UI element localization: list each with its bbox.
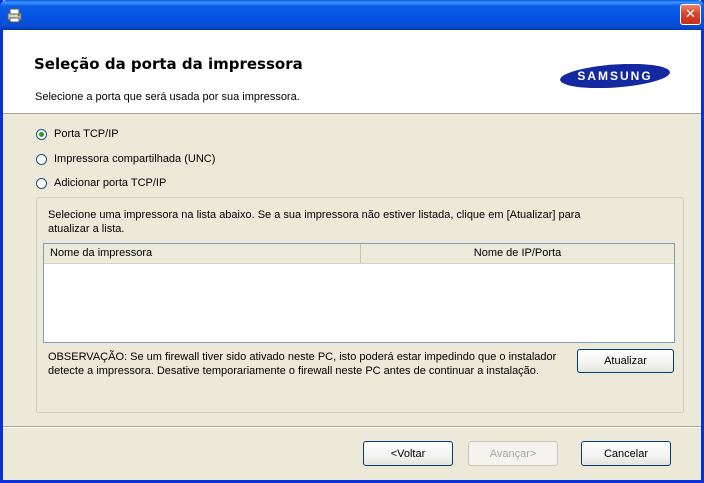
radio-tcp-ip[interactable]: Porta TCP/IP xyxy=(36,125,119,143)
installer-app-icon xyxy=(7,8,22,23)
radio-button[interactable] xyxy=(36,153,47,165)
cancel-button[interactable]: Cancelar xyxy=(581,441,671,466)
footer-divider xyxy=(3,426,701,428)
radio-label-tcp-ip: Porta TCP/IP xyxy=(54,128,119,140)
close-icon: ✕ xyxy=(685,7,696,22)
printer-list-description: Selecione uma impressora na lista abaixo… xyxy=(48,209,581,235)
radio-label-shared-unc: Impressora compartilhada (UNC) xyxy=(54,153,216,165)
refresh-button[interactable]: Atualizar xyxy=(577,349,674,373)
page-title: Seleção da porta da impressora xyxy=(34,55,303,73)
close-button[interactable]: ✕ xyxy=(680,4,701,25)
radio-add-tcp-ip[interactable]: Adicionar porta TCP/IP xyxy=(36,174,166,192)
back-button[interactable]: <Voltar xyxy=(363,441,453,466)
firewall-note: OBSERVAÇÃO: Se um firewall tiver sido at… xyxy=(48,351,557,377)
next-button: Avançar> xyxy=(468,441,558,466)
column-header-ip-port[interactable]: Nome de IP/Porta xyxy=(361,244,674,263)
radio-button[interactable] xyxy=(36,177,47,189)
installer-window: ✕ Seleção da porta da impressora Selecio… xyxy=(0,0,704,483)
printer-list-header: Nome da impressora Nome de IP/Porta xyxy=(44,244,674,264)
radio-label-add-tcp-ip: Adicionar porta TCP/IP xyxy=(54,177,167,189)
printer-list[interactable]: Nome da impressora Nome de IP/Porta xyxy=(43,243,675,343)
page-subtitle: Selecione a porta que será usada por sua… xyxy=(35,91,300,103)
radio-button-selected[interactable] xyxy=(36,128,47,140)
radio-shared-unc[interactable]: Impressora compartilhada (UNC) xyxy=(36,150,215,168)
column-header-printer-name[interactable]: Nome da impressora xyxy=(44,244,361,263)
title-bar[interactable]: ✕ xyxy=(0,0,704,30)
samsung-logo: SAMSUNG xyxy=(559,64,671,88)
logo-text: SAMSUNG xyxy=(577,69,653,83)
wizard-header: Seleção da porta da impressora Selecione… xyxy=(3,30,701,114)
